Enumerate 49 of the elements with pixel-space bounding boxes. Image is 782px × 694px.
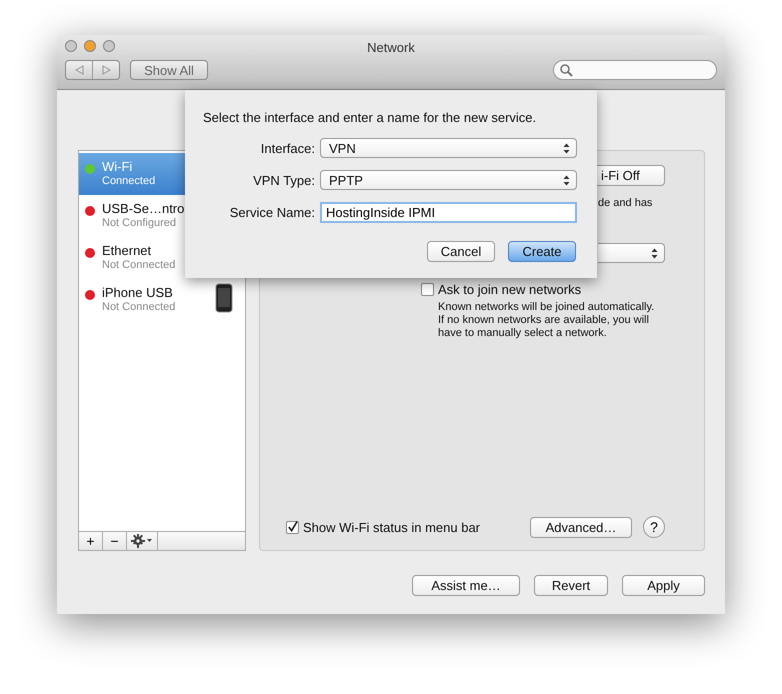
create-button[interactable]: Create (508, 241, 576, 262)
minimize-button[interactable] (84, 40, 96, 52)
popup-menu[interactable]: VPN (320, 138, 577, 158)
help-text: Known networks will be joined automatically. If no known networks are available, you will have to manually select a network. (438, 301, 656, 340)
dialog-message: Select the interface and enter a name for the new service. (203, 110, 538, 125)
remove-button[interactable]: − (103, 532, 127, 550)
service-name: iPhone USB (102, 285, 174, 300)
right-arrow-icon (102, 65, 110, 75)
service-item[interactable]: Ethernet Not Connected (79, 237, 245, 279)
service-item[interactable]: iPhone USB Not Connected (79, 279, 245, 321)
updown-arrows-icon (563, 142, 570, 154)
phone-icon (215, 283, 233, 313)
popup-menu[interactable]: PPTP (320, 170, 577, 190)
field-label: Service Name: (228, 205, 315, 220)
revert-button[interactable]: Revert (534, 575, 608, 596)
updown-arrows-icon (563, 174, 570, 186)
checkbox[interactable] (286, 520, 299, 534)
service-status: Not Configured (102, 216, 177, 230)
add-button[interactable]: + (79, 532, 103, 550)
checkbox-label: Show Wi-Fi status in menu bar (303, 520, 480, 534)
gear-icon (131, 534, 153, 548)
cancel-button[interactable]: Cancel (427, 241, 495, 262)
left-arrow-icon (74, 65, 84, 75)
help-button[interactable]: ? (643, 516, 665, 538)
service-name: USB-Se…ntro (102, 201, 184, 216)
close-button[interactable] (65, 40, 77, 52)
search-field[interactable] (553, 60, 717, 80)
service-name: Wi-Fi (102, 159, 134, 174)
show-all-button[interactable]: Show All (130, 60, 208, 80)
search-icon (560, 64, 573, 76)
window-title: Network (367, 40, 415, 54)
status-text: de and has (598, 197, 652, 209)
field-label: VPN Type: (252, 172, 315, 188)
advanced-button[interactable]: Advanced… (530, 516, 632, 538)
service-status: Not Connected (102, 300, 176, 314)
text-field[interactable]: HostingInside IPMI (320, 202, 577, 223)
wifi-power-button[interactable]: i-Fi Off (597, 165, 665, 186)
apply-button[interactable]: Apply (622, 575, 705, 596)
service-status: Not Connected (102, 258, 176, 272)
service-status: Connected (102, 174, 156, 188)
checkbox[interactable] (421, 283, 434, 296)
checkmark-icon (287, 521, 298, 533)
network-name-popup[interactable] (598, 243, 665, 263)
assist-button[interactable]: Assist me… (412, 575, 520, 596)
zoom-button[interactable] (103, 40, 115, 52)
updown-arrows-icon (651, 248, 658, 258)
service-name: Ethernet (102, 243, 152, 258)
checkbox-label: Ask to join new networks (438, 282, 582, 297)
field-label: Interface: (260, 140, 315, 156)
